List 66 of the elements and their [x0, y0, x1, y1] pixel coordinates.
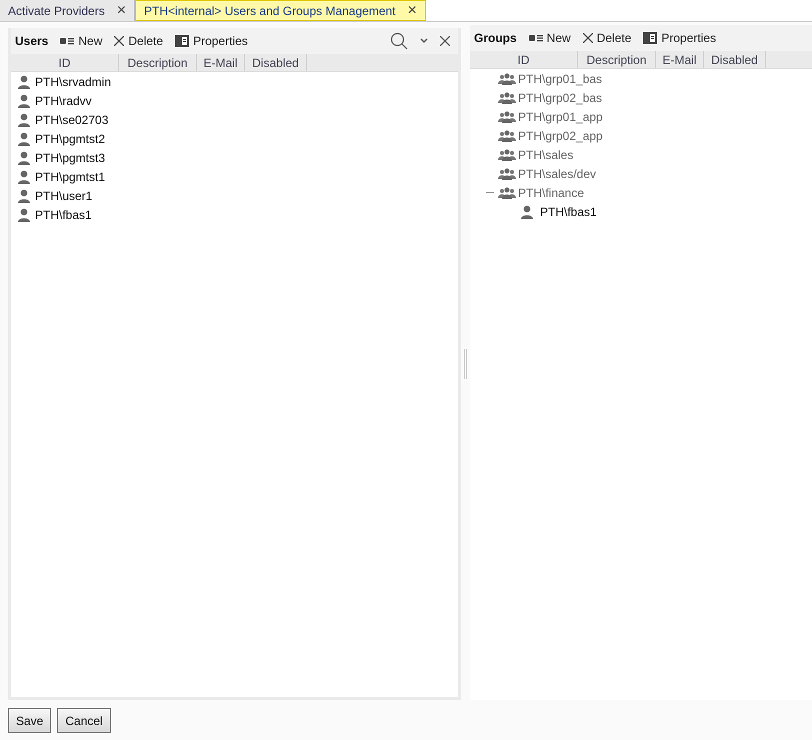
- properties-icon: [175, 35, 190, 47]
- user-row[interactable]: PTH\se02703: [35, 110, 108, 128]
- close-icon[interactable]: [440, 36, 450, 46]
- user-row[interactable]: PTH\pgmtst3: [35, 148, 106, 166]
- user-icon: [17, 188, 31, 202]
- user-icon: [17, 208, 31, 222]
- panel-title: Users: [15, 33, 48, 50]
- group-icon: [498, 186, 516, 198]
- user-icon: [17, 132, 31, 146]
- column-header[interactable]: ID: [11, 54, 119, 71]
- tab-close-button[interactable]: ×: [116, 0, 126, 22]
- close-icon: [114, 36, 124, 46]
- user-icon: [17, 112, 31, 126]
- column-header[interactable]: Description: [578, 51, 656, 68]
- user-icon: [17, 150, 31, 164]
- toolbar-button[interactable]: New: [60, 32, 102, 50]
- group-icon: [498, 130, 516, 142]
- group-icon: [498, 92, 516, 104]
- user-row[interactable]: PTH\user1: [35, 186, 92, 204]
- user-icon: [17, 74, 31, 88]
- user-icon: [17, 170, 31, 184]
- tree-item[interactable]: PTH\grp02_app: [518, 126, 603, 144]
- properties-icon: [643, 32, 658, 44]
- user-icon: [17, 94, 31, 108]
- tab[interactable]: PTH<internal> Users and Groups Management ×: [135, 0, 426, 21]
- card-icon: [60, 37, 74, 45]
- tree-item[interactable]: PTH\finance: [518, 184, 584, 202]
- toolbar-button[interactable]: Properties: [643, 29, 716, 47]
- column-header[interactable]: Disabled: [245, 54, 307, 71]
- card-icon: [528, 34, 543, 42]
- column-header[interactable]: Disabled: [704, 51, 766, 68]
- dialog-button[interactable]: Save: [8, 708, 52, 733]
- column-header[interactable]: Description: [119, 54, 197, 71]
- column-header[interactable]: E-Mail: [197, 54, 245, 71]
- tab-label: PTH<internal> Users and Groups Management: [144, 2, 396, 20]
- user-row[interactable]: PTH\srvadmin: [35, 72, 112, 90]
- search-icon[interactable]: [390, 32, 408, 50]
- tab-close-button[interactable]: ×: [408, 0, 417, 22]
- dialog-button[interactable]: Cancel: [57, 708, 111, 733]
- tree-item[interactable]: PTH\sales/dev: [518, 164, 596, 182]
- column-header[interactable]: ID: [470, 51, 578, 68]
- panel-title: Groups: [474, 30, 517, 47]
- tree-item[interactable]: PTH\sales: [518, 146, 574, 164]
- group-icon: [498, 148, 516, 160]
- tree-item[interactable]: PTH\fbas1: [540, 202, 597, 220]
- tree-item[interactable]: PTH\grp02_bas: [518, 88, 602, 106]
- tree-item[interactable]: PTH\grp01_bas: [518, 70, 602, 88]
- splitter-handle[interactable]: [464, 349, 467, 379]
- group-icon: [498, 110, 516, 122]
- column-header[interactable]: E-Mail: [656, 51, 704, 68]
- user-icon: [520, 204, 534, 218]
- user-row[interactable]: PTH\pgmtst2: [35, 130, 106, 148]
- toolbar-button[interactable]: Properties: [175, 32, 248, 50]
- group-icon: [498, 168, 516, 180]
- tree-item[interactable]: PTH\grp01_app: [518, 108, 603, 126]
- chevron-down-icon[interactable]: [420, 38, 428, 44]
- user-row[interactable]: PTH\pgmtst1: [35, 168, 106, 186]
- close-icon: [582, 33, 593, 43]
- toolbar-button[interactable]: Delete: [114, 32, 164, 50]
- toolbar-button[interactable]: New: [528, 29, 571, 47]
- user-row[interactable]: PTH\fbas1: [35, 206, 92, 224]
- toolbar-button[interactable]: Delete: [582, 29, 632, 47]
- group-icon: [498, 72, 516, 84]
- user-row[interactable]: PTH\radvv: [35, 92, 92, 110]
- tab-label: Activate Providers: [8, 2, 105, 20]
- tab[interactable]: Activate Providers ×: [0, 0, 136, 21]
